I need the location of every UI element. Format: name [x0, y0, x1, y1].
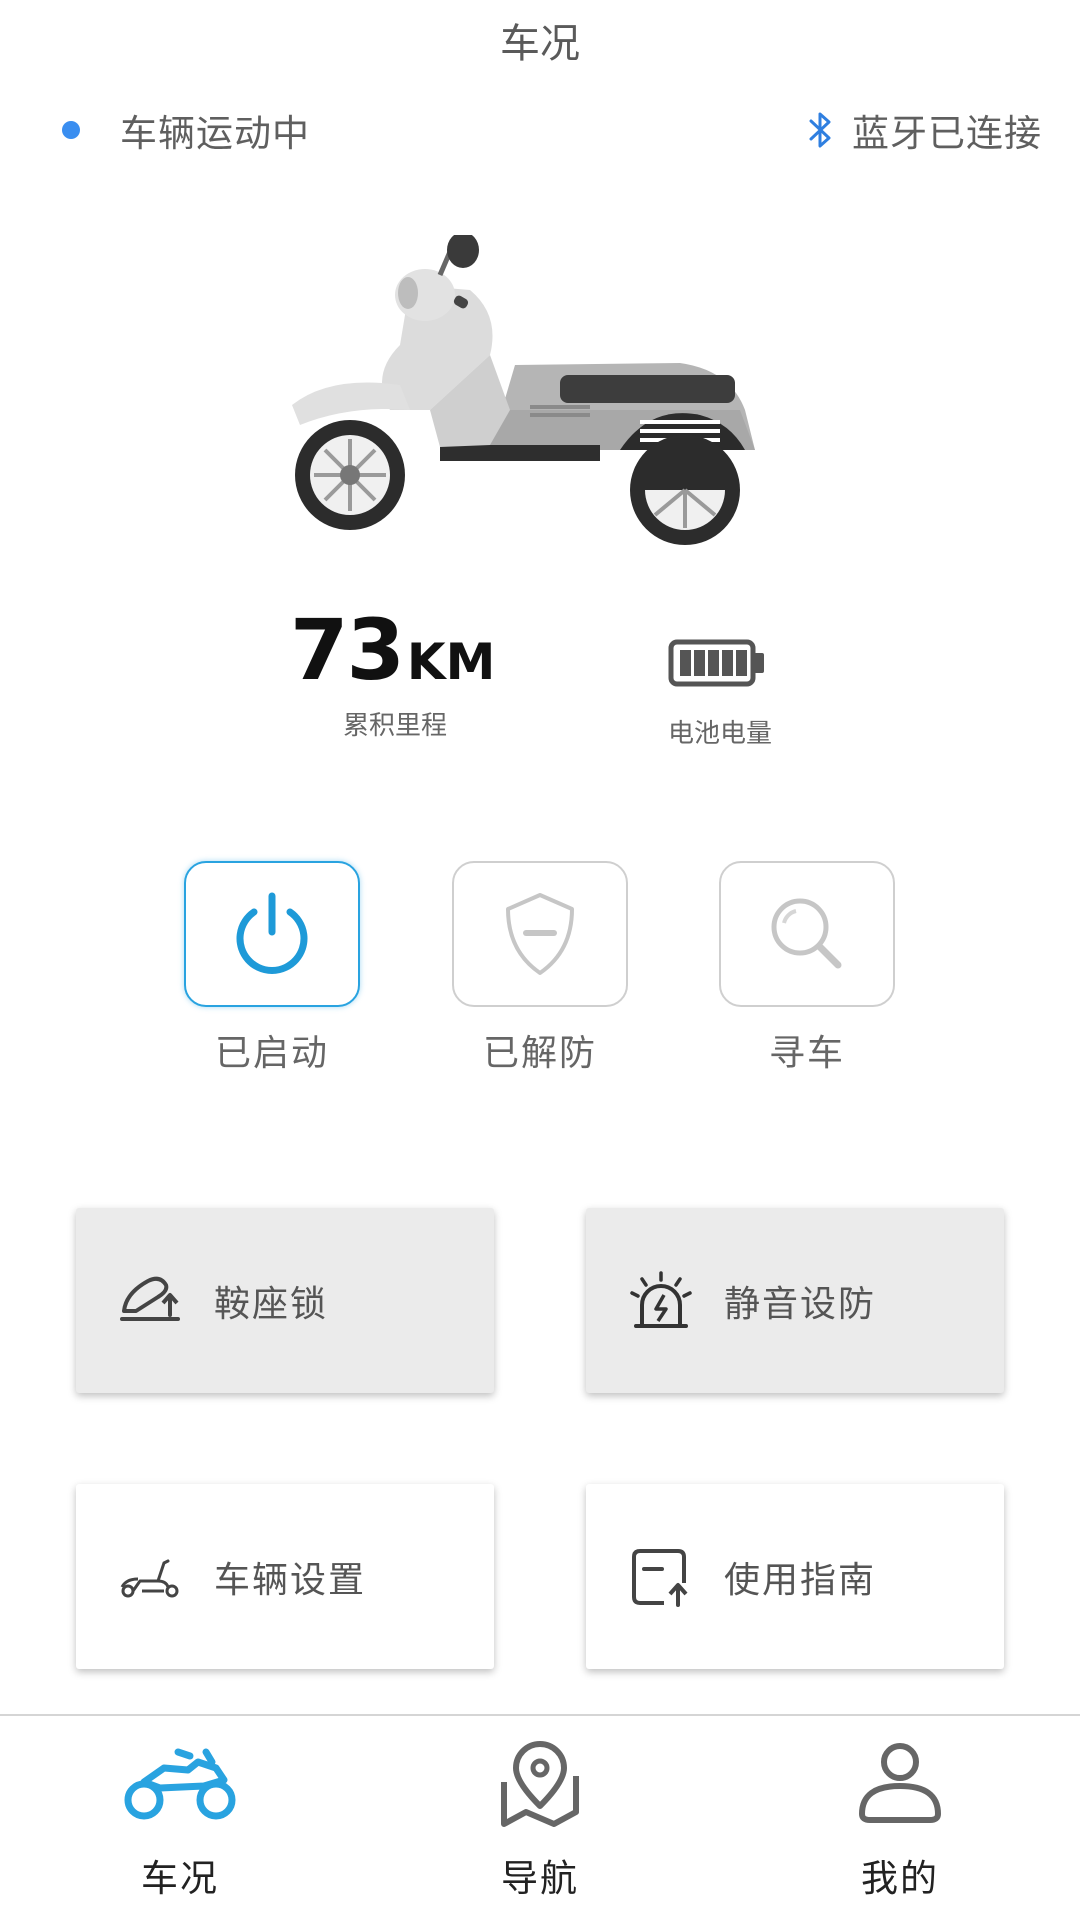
- page-title: 车况: [500, 21, 580, 67]
- find-vehicle-button-label: 寻车: [768, 1033, 845, 1074]
- bluetooth-status-text: 蓝牙已连接: [852, 112, 1042, 155]
- vehicle-status-text: 车辆运动中: [120, 112, 310, 155]
- nav-tab-navigation[interactable]: 导航: [440, 1740, 640, 1910]
- scooter-illustration: [292, 235, 755, 545]
- user-guide-label: 使用指南: [724, 1559, 877, 1601]
- status-dot-icon: [62, 121, 80, 139]
- nav-tab-navigation-label: 导航: [501, 1857, 579, 1900]
- nav-tab-vehicle[interactable]: 车况: [80, 1740, 280, 1910]
- motorbike-icon: [124, 1748, 236, 1820]
- disarm-button-label: 已解防: [482, 1033, 597, 1074]
- user-guide-card[interactable]: 使用指南: [586, 1484, 1004, 1669]
- power-button[interactable]: [184, 861, 360, 1007]
- battery-label: 电池电量: [667, 719, 772, 749]
- map-pin-icon: [501, 1741, 579, 1827]
- mileage-unit: KM: [406, 633, 496, 691]
- nav-tab-profile-label: 我的: [861, 1857, 939, 1900]
- mileage-display: 73 KM: [290, 601, 510, 699]
- power-icon: [236, 892, 308, 974]
- nav-divider: [0, 1714, 1080, 1716]
- vehicle-settings-label: 车辆设置: [214, 1559, 367, 1601]
- power-button-label: 已启动: [214, 1033, 329, 1074]
- mileage-label: 累积里程: [342, 711, 447, 741]
- nav-tab-profile[interactable]: 我的: [800, 1740, 1000, 1910]
- vehicle-status: 车辆运动中: [62, 100, 310, 160]
- bluetooth-status[interactable]: 蓝牙已连接: [808, 100, 1042, 160]
- scooter-icon: [120, 1559, 179, 1597]
- vehicle-settings-card[interactable]: 车辆设置: [76, 1484, 494, 1669]
- silent-arm-card[interactable]: 静音设防: [586, 1208, 1004, 1393]
- mileage-value: 73: [290, 601, 405, 699]
- seat-lock-card[interactable]: 鞍座锁: [76, 1208, 494, 1393]
- seat-lock-icon: [120, 1276, 180, 1321]
- shield-icon: [506, 893, 574, 975]
- bluetooth-icon: [809, 112, 831, 148]
- disarm-button[interactable]: [452, 861, 628, 1007]
- search-icon: [771, 898, 842, 969]
- alarm-icon: [630, 1270, 692, 1328]
- guide-icon: [632, 1548, 688, 1607]
- silent-arm-label: 静音设防: [724, 1283, 877, 1325]
- find-vehicle-button[interactable]: [719, 861, 895, 1007]
- battery-full-icon: [668, 639, 764, 687]
- seat-lock-label: 鞍座锁: [214, 1283, 329, 1325]
- nav-tab-vehicle-label: 车况: [141, 1857, 219, 1900]
- user-icon: [859, 1743, 941, 1823]
